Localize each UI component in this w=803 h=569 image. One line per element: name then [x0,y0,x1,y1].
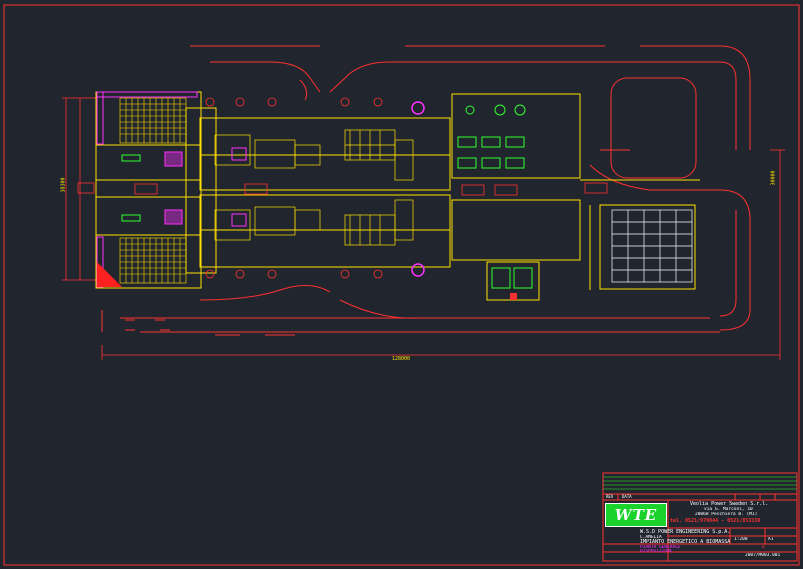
company-city: 20068 Peschiera B. (MI) [695,512,758,517]
chimneys [411,101,425,277]
title-block-grid-lines [603,476,797,490]
electric-rooms [491,267,533,289]
drawing-revision: 0 [762,545,765,550]
dimension-lines [62,97,785,360]
company-phone: tel. 0521/979044 - 0521/853330 [670,518,761,524]
company-logo: WTE [605,503,667,527]
boiler-line-bottom [214,199,414,246]
dimension-overall-width: 128000 [392,356,411,362]
fixtures [205,97,383,279]
vehicles [77,182,608,196]
storage-grid-bottom [119,237,187,284]
dimension-right-height: 30000 [770,170,777,186]
date-header: DATA [622,494,632,499]
fuel-storage-grid [611,209,693,283]
storage-grid-top [119,97,187,144]
logo-text: WTE [614,506,658,524]
red-corner-fill [97,262,122,287]
rev-header: REV [606,494,614,499]
drawing-sheet: A1 [768,537,774,542]
cad-drawing [3,4,800,566]
drawing-number: 2007/M003.001 [745,553,781,558]
transformer [510,293,517,300]
drawing-scale: 1:200 [734,537,748,542]
dimension-overall-height: 38300 [60,177,67,193]
drawing-title-2: DISPOSIZIONE [640,549,673,554]
building-walls [95,91,700,301]
